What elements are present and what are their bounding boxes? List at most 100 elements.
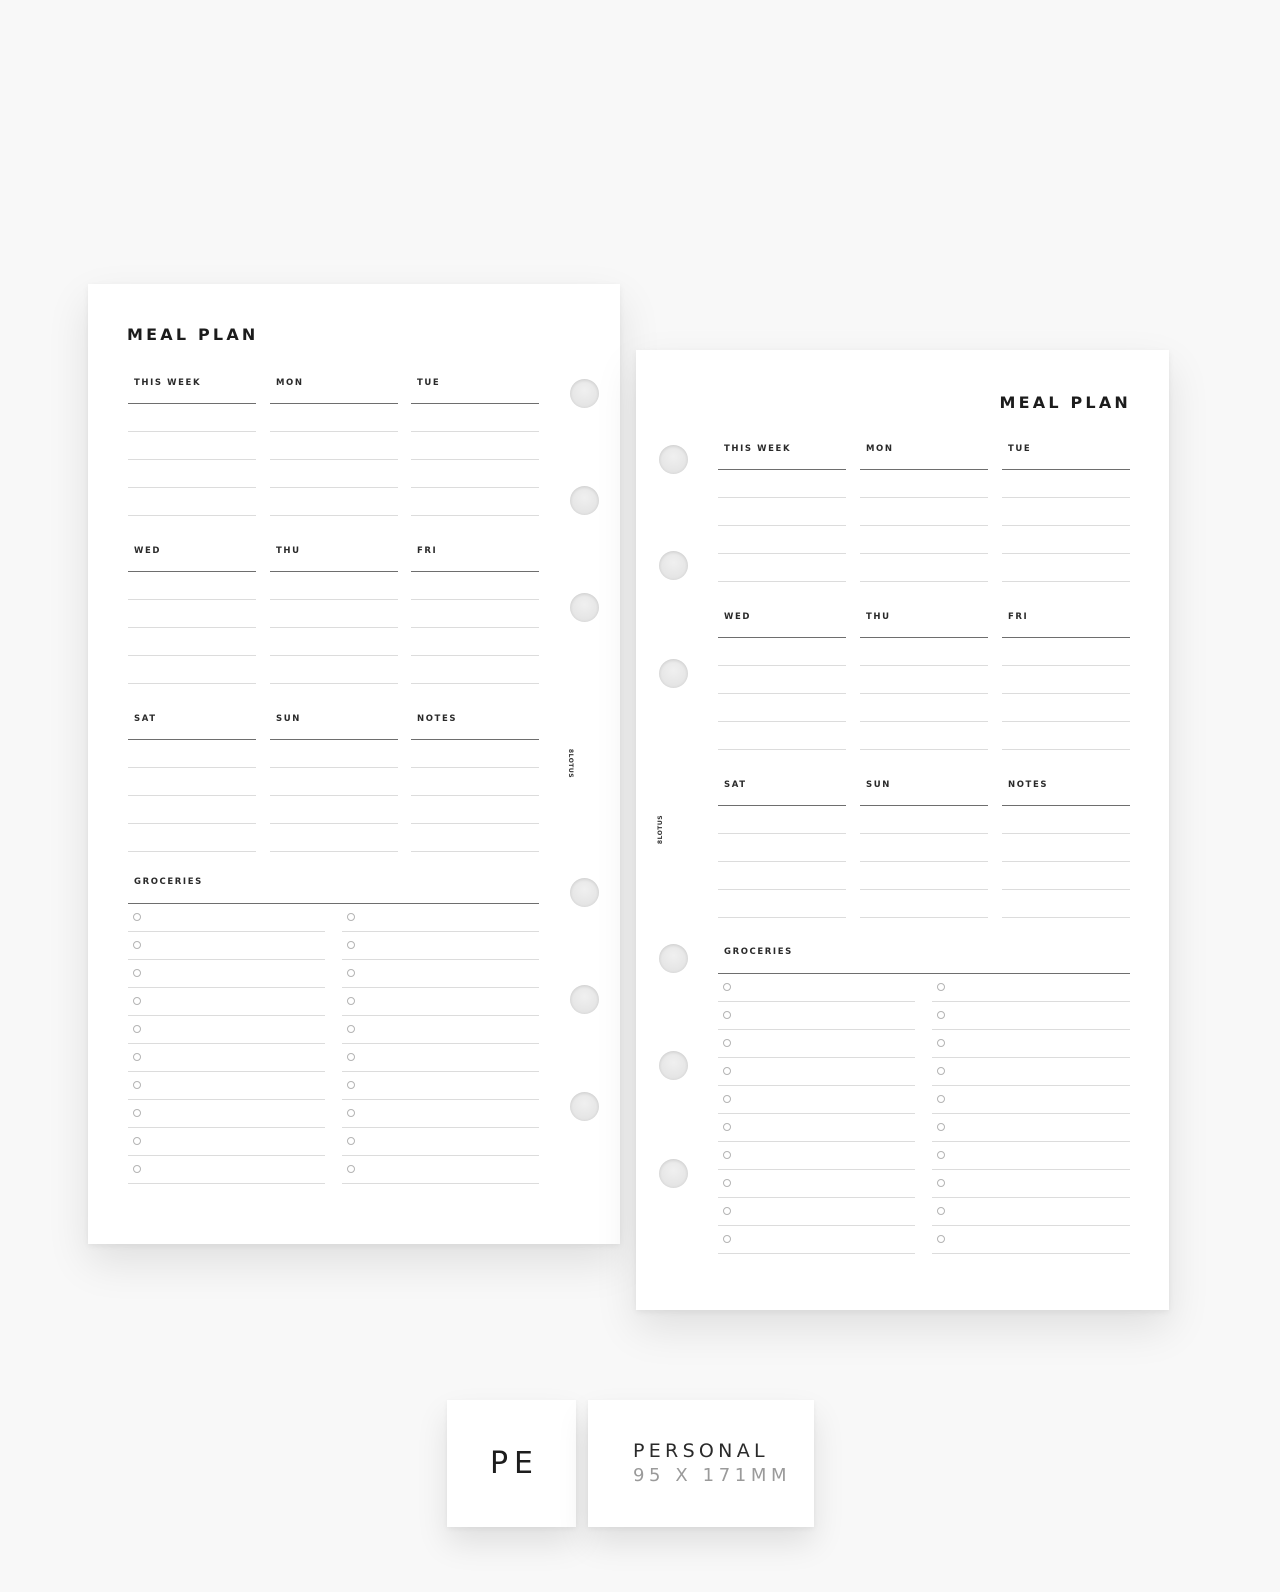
writing-line[interactable] <box>718 889 846 890</box>
writing-line[interactable] <box>128 459 256 460</box>
writing-line[interactable] <box>128 767 256 768</box>
checkbox-circle-icon[interactable] <box>937 1179 945 1187</box>
grocery-line[interactable] <box>932 1001 1130 1002</box>
writing-line[interactable] <box>718 581 846 582</box>
writing-line[interactable] <box>718 693 846 694</box>
writing-line[interactable] <box>128 431 256 432</box>
writing-line[interactable] <box>270 599 398 600</box>
writing-line[interactable] <box>860 749 988 750</box>
writing-line[interactable] <box>411 655 539 656</box>
grocery-line[interactable] <box>342 931 539 932</box>
writing-line[interactable] <box>128 515 256 516</box>
writing-line[interactable] <box>270 795 398 796</box>
grocery-line[interactable] <box>718 1113 915 1114</box>
writing-line[interactable] <box>411 627 539 628</box>
writing-line[interactable] <box>411 683 539 684</box>
writing-line[interactable] <box>411 823 539 824</box>
writing-line[interactable] <box>1002 889 1130 890</box>
checkbox-circle-icon[interactable] <box>133 941 141 949</box>
writing-line[interactable] <box>270 487 398 488</box>
writing-line[interactable] <box>718 553 846 554</box>
writing-line[interactable] <box>128 627 256 628</box>
grocery-line[interactable] <box>342 1183 539 1184</box>
checkbox-circle-icon[interactable] <box>133 1109 141 1117</box>
checkbox-circle-icon[interactable] <box>937 1039 945 1047</box>
writing-line[interactable] <box>270 823 398 824</box>
grocery-line[interactable] <box>932 1169 1130 1170</box>
writing-line[interactable] <box>860 693 988 694</box>
checkbox-circle-icon[interactable] <box>133 1165 141 1173</box>
writing-line[interactable] <box>1002 833 1130 834</box>
grocery-line[interactable] <box>718 1141 915 1142</box>
checkbox-circle-icon[interactable] <box>723 1123 731 1131</box>
writing-line[interactable] <box>718 861 846 862</box>
grocery-line[interactable] <box>128 987 325 988</box>
grocery-line[interactable] <box>718 1253 915 1254</box>
grocery-line[interactable] <box>128 1043 325 1044</box>
checkbox-circle-icon[interactable] <box>347 1109 355 1117</box>
grocery-line[interactable] <box>342 1099 539 1100</box>
checkbox-circle-icon[interactable] <box>723 1067 731 1075</box>
grocery-line[interactable] <box>718 1085 915 1086</box>
grocery-line[interactable] <box>718 1225 915 1226</box>
writing-line[interactable] <box>411 795 539 796</box>
grocery-line[interactable] <box>718 1057 915 1058</box>
writing-line[interactable] <box>411 515 539 516</box>
writing-line[interactable] <box>860 497 988 498</box>
writing-line[interactable] <box>1002 749 1130 750</box>
writing-line[interactable] <box>860 581 988 582</box>
checkbox-circle-icon[interactable] <box>937 1095 945 1103</box>
writing-line[interactable] <box>1002 525 1130 526</box>
grocery-line[interactable] <box>342 1043 539 1044</box>
grocery-line[interactable] <box>128 1155 325 1156</box>
grocery-line[interactable] <box>342 1071 539 1072</box>
writing-line[interactable] <box>411 851 539 852</box>
grocery-line[interactable] <box>128 931 325 932</box>
grocery-line[interactable] <box>342 1127 539 1128</box>
writing-line[interactable] <box>718 665 846 666</box>
writing-line[interactable] <box>411 599 539 600</box>
writing-line[interactable] <box>270 851 398 852</box>
writing-line[interactable] <box>270 655 398 656</box>
checkbox-circle-icon[interactable] <box>347 1025 355 1033</box>
writing-line[interactable] <box>270 515 398 516</box>
grocery-line[interactable] <box>932 1057 1130 1058</box>
checkbox-circle-icon[interactable] <box>937 1123 945 1131</box>
writing-line[interactable] <box>128 487 256 488</box>
grocery-line[interactable] <box>128 959 325 960</box>
grocery-line[interactable] <box>342 987 539 988</box>
grocery-line[interactable] <box>342 1015 539 1016</box>
writing-line[interactable] <box>128 795 256 796</box>
writing-line[interactable] <box>270 683 398 684</box>
writing-line[interactable] <box>860 833 988 834</box>
writing-line[interactable] <box>270 459 398 460</box>
writing-line[interactable] <box>270 627 398 628</box>
grocery-line[interactable] <box>932 1113 1130 1114</box>
writing-line[interactable] <box>860 665 988 666</box>
writing-line[interactable] <box>1002 497 1130 498</box>
writing-line[interactable] <box>128 599 256 600</box>
grocery-line[interactable] <box>128 1015 325 1016</box>
grocery-line[interactable] <box>932 1253 1130 1254</box>
writing-line[interactable] <box>860 861 988 862</box>
grocery-line[interactable] <box>718 1169 915 1170</box>
writing-line[interactable] <box>270 767 398 768</box>
writing-line[interactable] <box>270 431 398 432</box>
checkbox-circle-icon[interactable] <box>937 983 945 991</box>
writing-line[interactable] <box>1002 665 1130 666</box>
grocery-line[interactable] <box>718 1197 915 1198</box>
grocery-line[interactable] <box>342 959 539 960</box>
writing-line[interactable] <box>1002 553 1130 554</box>
checkbox-circle-icon[interactable] <box>937 1011 945 1019</box>
checkbox-circle-icon[interactable] <box>723 1095 731 1103</box>
checkbox-circle-icon[interactable] <box>133 1025 141 1033</box>
writing-line[interactable] <box>411 767 539 768</box>
writing-line[interactable] <box>1002 721 1130 722</box>
writing-line[interactable] <box>718 833 846 834</box>
checkbox-circle-icon[interactable] <box>723 1039 731 1047</box>
writing-line[interactable] <box>1002 693 1130 694</box>
writing-line[interactable] <box>718 497 846 498</box>
checkbox-circle-icon[interactable] <box>133 1081 141 1089</box>
checkbox-circle-icon[interactable] <box>347 1081 355 1089</box>
checkbox-circle-icon[interactable] <box>723 1151 731 1159</box>
